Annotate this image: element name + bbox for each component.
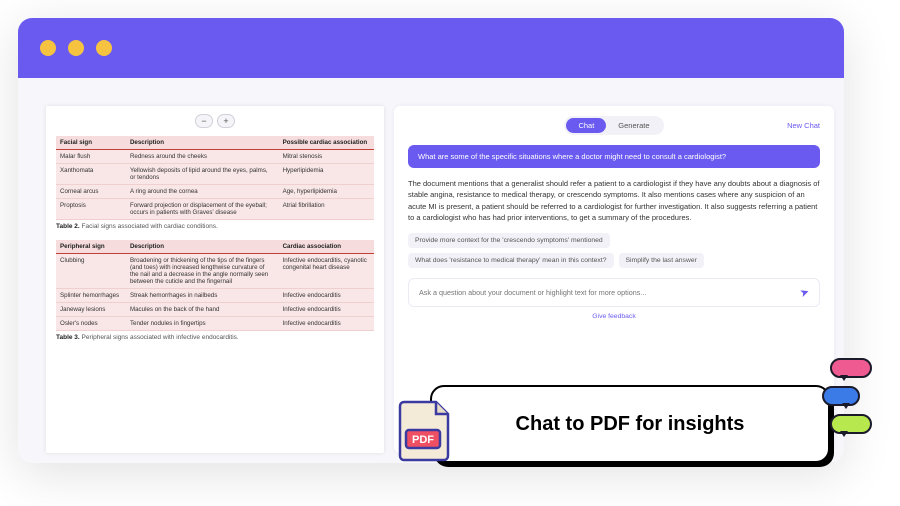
send-icon[interactable]: ➤ bbox=[798, 285, 811, 300]
give-feedback-link[interactable]: Give feedback bbox=[408, 313, 820, 320]
window-dot bbox=[40, 40, 56, 56]
td: Osler's nodes bbox=[56, 317, 126, 331]
table-peripheral-signs: Peripheral sign Description Cardiac asso… bbox=[56, 240, 374, 331]
td: Xanthomata bbox=[56, 164, 126, 185]
titlebar bbox=[18, 18, 844, 78]
td: Malar flush bbox=[56, 150, 126, 164]
assistant-answer: The document mentions that a generalist … bbox=[408, 178, 820, 223]
suggestion-chip[interactable]: Provide more context for the 'crescendo … bbox=[408, 233, 610, 248]
callout-banner: Chat to PDF for insights bbox=[430, 385, 830, 463]
td: Proptosis bbox=[56, 199, 126, 220]
window-dot bbox=[68, 40, 84, 56]
th: Peripheral sign bbox=[56, 240, 126, 254]
ask-input[interactable] bbox=[419, 288, 792, 297]
td: Tender nodules in fingertips bbox=[126, 317, 279, 331]
chat-bubbles-icon bbox=[820, 358, 880, 446]
table-caption: Table 3. Peripheral signs associated wit… bbox=[56, 334, 374, 341]
th: Possible cardiac association bbox=[279, 136, 374, 150]
td: Infective endocarditis bbox=[279, 289, 374, 303]
td: Infective endocarditis bbox=[279, 317, 374, 331]
chat-header: Chat Generate New Chat bbox=[408, 116, 820, 135]
td: Age, hyperlipidemia bbox=[279, 185, 374, 199]
suggestion-chip[interactable]: Simplify the last answer bbox=[619, 253, 704, 268]
td: Atrial fibrillation bbox=[279, 199, 374, 220]
td: Forward projection or displacement of th… bbox=[126, 199, 279, 220]
document-preview: − + Facial sign Description Possible car… bbox=[46, 106, 384, 453]
tab-generate[interactable]: Generate bbox=[606, 118, 661, 133]
pdf-label: PDF bbox=[412, 434, 434, 446]
td: Yellowish deposits of lipid around the e… bbox=[126, 164, 279, 185]
zoom-out-button[interactable]: − bbox=[195, 114, 213, 128]
td: Corneal arcus bbox=[56, 185, 126, 199]
td: Broadening or thickening of the tips of … bbox=[126, 254, 279, 289]
zoom-in-button[interactable]: + bbox=[217, 114, 235, 128]
tab-chat[interactable]: Chat bbox=[566, 118, 606, 133]
td: A ring around the cornea bbox=[126, 185, 279, 199]
zoom-controls: − + bbox=[56, 114, 374, 128]
td: Clubbing bbox=[56, 254, 126, 289]
td: Janeway lesions bbox=[56, 303, 126, 317]
td: Infective endocarditis bbox=[279, 303, 374, 317]
ask-row: ➤ bbox=[408, 278, 820, 307]
table-facial-signs: Facial sign Description Possible cardiac… bbox=[56, 136, 374, 220]
td: Mitral stenosis bbox=[279, 150, 374, 164]
suggestion-chips: Provide more context for the 'crescendo … bbox=[408, 233, 820, 268]
th: Description bbox=[126, 136, 279, 150]
suggestion-chip[interactable]: What does 'resistance to medical therapy… bbox=[408, 253, 614, 268]
callout-text: Chat to PDF for insights bbox=[516, 413, 745, 436]
bubble-icon bbox=[822, 386, 860, 406]
user-question: What are some of the specific situations… bbox=[408, 145, 820, 168]
bubble-icon bbox=[830, 358, 872, 378]
td: Redness around the cheeks bbox=[126, 150, 279, 164]
th: Description bbox=[126, 240, 279, 254]
td: Hyperlipidemia bbox=[279, 164, 374, 185]
th: Cardiac association bbox=[279, 240, 374, 254]
mode-toggle: Chat Generate bbox=[564, 116, 663, 135]
td: Streak hemorrhages in nailbeds bbox=[126, 289, 279, 303]
pdf-icon: PDF bbox=[398, 400, 452, 462]
td: Splinter hemorrhages bbox=[56, 289, 126, 303]
table-caption: Table 2. Facial signs associated with ca… bbox=[56, 223, 374, 230]
bubble-icon bbox=[830, 414, 872, 434]
new-chat-link[interactable]: New Chat bbox=[787, 121, 820, 130]
td: Macules on the back of the hand bbox=[126, 303, 279, 317]
th: Facial sign bbox=[56, 136, 126, 150]
window-dot bbox=[96, 40, 112, 56]
td: Infective endocarditis, cyanotic congeni… bbox=[279, 254, 374, 289]
